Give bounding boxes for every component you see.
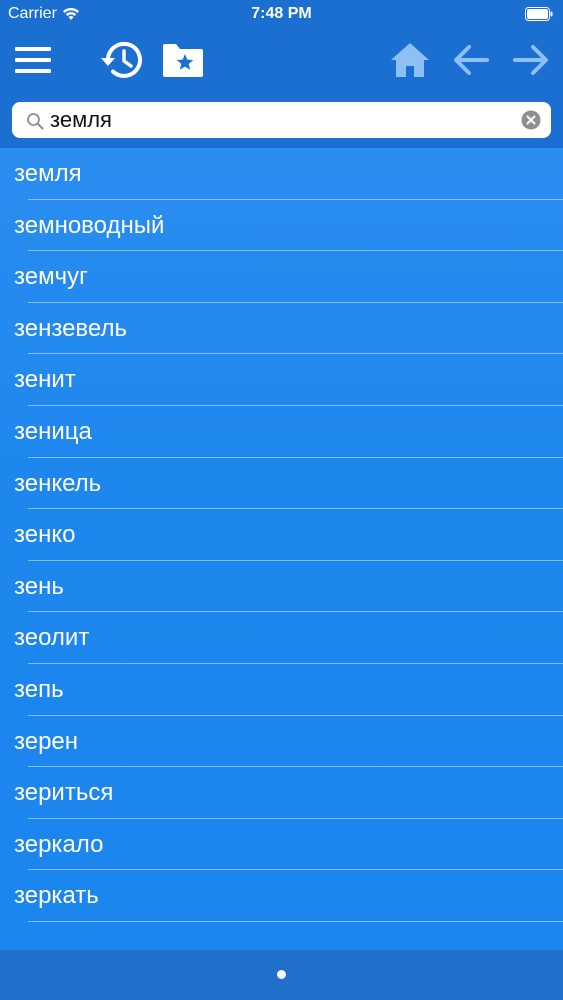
search-icon (27, 113, 44, 130)
word-list-item[interactable]: земчуг (0, 251, 563, 303)
word-list-item[interactable]: зенко (0, 509, 563, 561)
toolbar (0, 30, 563, 94)
hamburger-menu-icon (15, 47, 51, 73)
word-list-item[interactable]: зенкель (0, 458, 563, 510)
favorites-button[interactable] (160, 40, 206, 80)
history-button[interactable] (98, 38, 146, 82)
word-list-item[interactable]: зерен (0, 716, 563, 768)
word-list-item[interactable]: зень (0, 561, 563, 613)
word-list-item[interactable]: зензевель (0, 303, 563, 355)
status-bar: Carrier 7:48 PM (0, 0, 563, 30)
search-input[interactable] (50, 102, 520, 138)
home-button[interactable] (386, 38, 434, 82)
word-list-item[interactable]: зенит (0, 354, 563, 406)
search-area (0, 94, 563, 148)
search-box[interactable] (12, 102, 551, 138)
arrow-left-icon (454, 45, 489, 75)
menu-button[interactable] (10, 40, 56, 80)
favorites-folder-icon (163, 44, 203, 77)
page-indicator-dot (277, 970, 286, 979)
word-list-item[interactable]: земноводный (0, 200, 563, 252)
word-list: земля земноводный земчуг зензевель зенит зени… (0, 148, 563, 950)
clear-search-icon[interactable] (521, 110, 541, 130)
status-time: 7:48 PM (251, 5, 312, 22)
word-list-item[interactable]: зеница (0, 406, 563, 458)
history-icon (101, 41, 142, 78)
back-button[interactable] (448, 40, 494, 80)
battery-icon (525, 7, 553, 21)
home-icon (391, 43, 429, 77)
bottom-bar (0, 950, 563, 1000)
word-list-item[interactable]: зепь (0, 664, 563, 716)
word-list-item[interactable]: зеркать (0, 870, 563, 922)
arrow-right-icon (513, 45, 548, 75)
word-list-item[interactable]: зеркало (0, 819, 563, 871)
word-list-item[interactable]: земля (0, 148, 563, 200)
word-list-item[interactable]: зеолит (0, 612, 563, 664)
word-list-item[interactable]: зериться (0, 767, 563, 819)
forward-button[interactable] (508, 40, 554, 80)
